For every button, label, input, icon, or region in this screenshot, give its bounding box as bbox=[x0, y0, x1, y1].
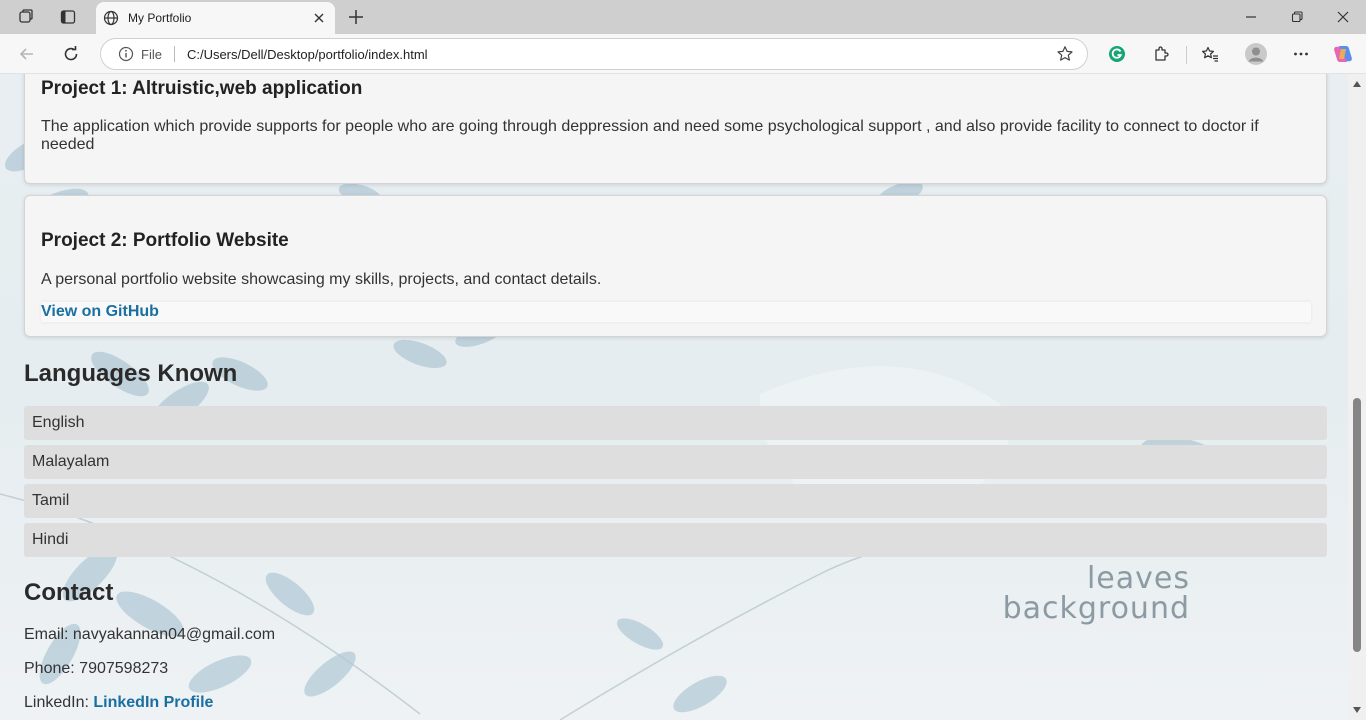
extensions-icon[interactable] bbox=[1148, 42, 1174, 66]
toolbar-divider bbox=[1186, 46, 1187, 64]
language-item: Tamil bbox=[24, 484, 1327, 518]
linkedin-link[interactable]: LinkedIn Profile bbox=[93, 694, 213, 711]
languages-heading: Languages Known bbox=[24, 360, 238, 387]
profile-avatar-icon[interactable] bbox=[1243, 42, 1269, 66]
favorite-star-icon[interactable] bbox=[1055, 44, 1075, 64]
workspaces-icon[interactable] bbox=[12, 5, 40, 29]
project-description: The application which provide supports f… bbox=[41, 118, 1259, 153]
scroll-down-arrow-icon[interactable] bbox=[1351, 704, 1363, 716]
tab-title: My Portfolio bbox=[128, 11, 192, 25]
new-tab-icon[interactable] bbox=[343, 5, 369, 29]
restore-icon[interactable] bbox=[1274, 4, 1320, 30]
copilot-icon[interactable] bbox=[1330, 42, 1356, 66]
browser-toolbar: File C:/Users/Dell/Desktop/portfolio/ind… bbox=[0, 34, 1366, 74]
contact-email: Email: navyakannan04@gmail.com bbox=[24, 626, 275, 644]
tab-actions-icon[interactable] bbox=[54, 5, 82, 29]
window-close-icon[interactable] bbox=[1320, 4, 1366, 30]
tab-strip: My Portfolio bbox=[0, 0, 1366, 34]
watermark-line: background bbox=[1002, 591, 1190, 626]
project-description: A personal portfolio website showcasing … bbox=[41, 271, 602, 288]
contact-linkedin: LinkedIn: LinkedIn Profile bbox=[24, 694, 213, 712]
url-divider bbox=[173, 46, 175, 62]
phone-value: 7907598273 bbox=[79, 660, 169, 677]
favorites-icon[interactable] bbox=[1197, 42, 1223, 66]
language-item: Malayalam bbox=[24, 445, 1327, 479]
url-scheme: File bbox=[141, 46, 162, 62]
active-tab[interactable]: My Portfolio bbox=[96, 2, 335, 34]
contact-heading: Contact bbox=[24, 579, 114, 606]
language-item: Hindi bbox=[24, 523, 1327, 557]
page-scrollbar[interactable] bbox=[1348, 74, 1366, 720]
language-item: English bbox=[24, 406, 1327, 440]
page-viewport: Project 1: Altruistic,web application Th… bbox=[0, 74, 1366, 720]
project-card: Project 1: Altruistic,web application Th… bbox=[24, 74, 1327, 184]
project-title: Project 2: Portfolio Website bbox=[41, 230, 289, 251]
linkedin-label: LinkedIn: bbox=[24, 694, 89, 711]
email-value: navyakannan04@gmail.com bbox=[72, 626, 276, 643]
minimize-icon[interactable] bbox=[1228, 4, 1274, 30]
scroll-up-arrow-icon[interactable] bbox=[1351, 78, 1363, 90]
phone-label: Phone: bbox=[24, 660, 75, 677]
refresh-icon[interactable] bbox=[56, 40, 86, 68]
grammarly-icon[interactable] bbox=[1104, 42, 1130, 66]
contact-phone: Phone: 7907598273 bbox=[24, 660, 168, 678]
email-label: Email: bbox=[24, 626, 69, 643]
close-icon[interactable] bbox=[309, 8, 329, 28]
scrollbar-thumb[interactable] bbox=[1353, 398, 1361, 652]
back-icon[interactable] bbox=[12, 40, 42, 68]
url-text[interactable]: C:/Users/Dell/Desktop/portfolio/index.ht… bbox=[187, 47, 1055, 62]
github-link[interactable]: View on GitHub bbox=[41, 302, 1311, 322]
background-watermark: leaves background bbox=[970, 564, 1190, 624]
globe-icon bbox=[102, 9, 120, 27]
address-bar[interactable]: File C:/Users/Dell/Desktop/portfolio/ind… bbox=[100, 38, 1088, 70]
info-icon[interactable] bbox=[117, 45, 135, 63]
watermark-line: leaves bbox=[1086, 561, 1190, 596]
project-title: Project 1: Altruistic,web application bbox=[41, 78, 363, 99]
more-icon[interactable] bbox=[1288, 42, 1314, 66]
project-card: Project 2: Portfolio Website A personal … bbox=[24, 195, 1327, 337]
